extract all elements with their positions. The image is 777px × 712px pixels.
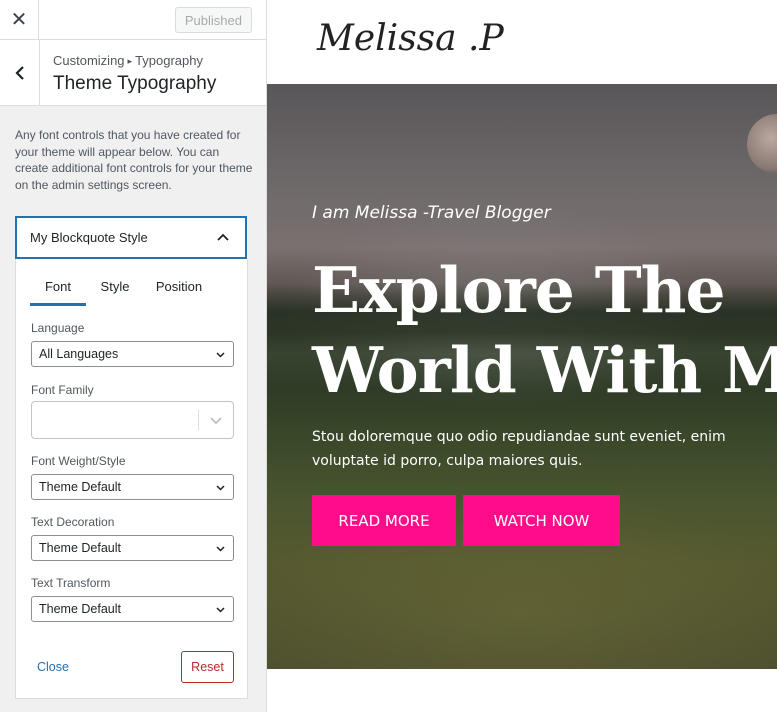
chevron-up-icon xyxy=(217,233,229,241)
language-label: Language xyxy=(31,321,85,335)
reset-button[interactable]: Reset xyxy=(181,651,234,683)
text-transform-select[interactable]: Theme Default xyxy=(31,596,234,622)
font-family-label: Font Family xyxy=(31,383,94,397)
tab-style[interactable]: Style xyxy=(86,274,144,306)
hero-background-hand xyxy=(747,114,777,174)
font-control-panel: Font Style Position Language All Languag… xyxy=(15,259,248,699)
close-icon: ✕ xyxy=(10,9,28,31)
breadcrumb-parent: Typography xyxy=(135,53,203,68)
breadcrumb-root: Customizing xyxy=(53,53,125,68)
close-link[interactable]: Close xyxy=(37,660,69,674)
customizer-sidebar: ✕ Published Customizing ▸ Typography Theme… xyxy=(0,0,267,712)
site-preview: Melissa .P I am Melissa -Travel Blogger … xyxy=(267,0,777,712)
tab-position[interactable]: Position xyxy=(144,274,214,306)
language-value: All Languages xyxy=(39,347,119,361)
breadcrumb-separator: ▸ xyxy=(127,56,133,66)
tab-font[interactable]: Font xyxy=(30,274,86,306)
hero-headline-line1: Explore The xyxy=(312,253,726,327)
chevron-down-icon xyxy=(216,485,225,491)
font-control-name: My Blockquote Style xyxy=(30,230,148,245)
text-decoration-select[interactable]: Theme Default xyxy=(31,535,234,561)
hero-section: I am Melissa -Travel Blogger Explore The… xyxy=(267,84,777,669)
section-header: Customizing ▸ Typography Theme Typography xyxy=(0,40,266,106)
font-weight-label: Font Weight/Style xyxy=(31,454,126,468)
hero-headline: Explore The World With Me xyxy=(312,250,777,410)
chevron-down-icon xyxy=(210,417,222,425)
read-more-button[interactable]: READ MORE xyxy=(312,495,456,546)
text-decoration-label: Text Decoration xyxy=(31,515,115,529)
hero-subtext: Stou doloremque quo odio repudiandae sun… xyxy=(312,429,726,469)
select-divider xyxy=(198,410,199,430)
chevron-down-icon xyxy=(216,607,225,613)
section-title: Theme Typography xyxy=(53,73,217,94)
hero-tagline: I am Melissa -Travel Blogger xyxy=(312,203,551,223)
text-decoration-value: Theme Default xyxy=(39,541,121,555)
section-description: Any font controls that you have created … xyxy=(15,128,253,192)
chevron-down-icon xyxy=(216,352,225,358)
chevron-left-icon xyxy=(14,65,24,80)
chevron-down-icon xyxy=(216,546,225,552)
watch-now-button[interactable]: WATCH NOW xyxy=(463,495,620,546)
font-family-select[interactable] xyxy=(31,401,234,439)
back-button[interactable] xyxy=(0,40,40,105)
hero-headline-line2: World With Me xyxy=(312,333,777,407)
customizer-topbar: ✕ Published xyxy=(0,0,266,40)
breadcrumb: Customizing ▸ Typography xyxy=(53,53,203,68)
close-customizer-button[interactable]: ✕ xyxy=(0,0,39,39)
text-transform-value: Theme Default xyxy=(39,602,121,616)
site-logo[interactable]: Melissa .P xyxy=(317,18,504,59)
control-tabs: Font Style Position xyxy=(30,274,234,306)
font-weight-value: Theme Default xyxy=(39,480,121,494)
font-control-accordion-toggle[interactable]: My Blockquote Style xyxy=(15,216,247,259)
text-transform-label: Text Transform xyxy=(31,576,111,590)
published-button[interactable]: Published xyxy=(174,7,252,33)
language-select[interactable]: All Languages xyxy=(31,341,234,367)
font-weight-select[interactable]: Theme Default xyxy=(31,474,234,500)
